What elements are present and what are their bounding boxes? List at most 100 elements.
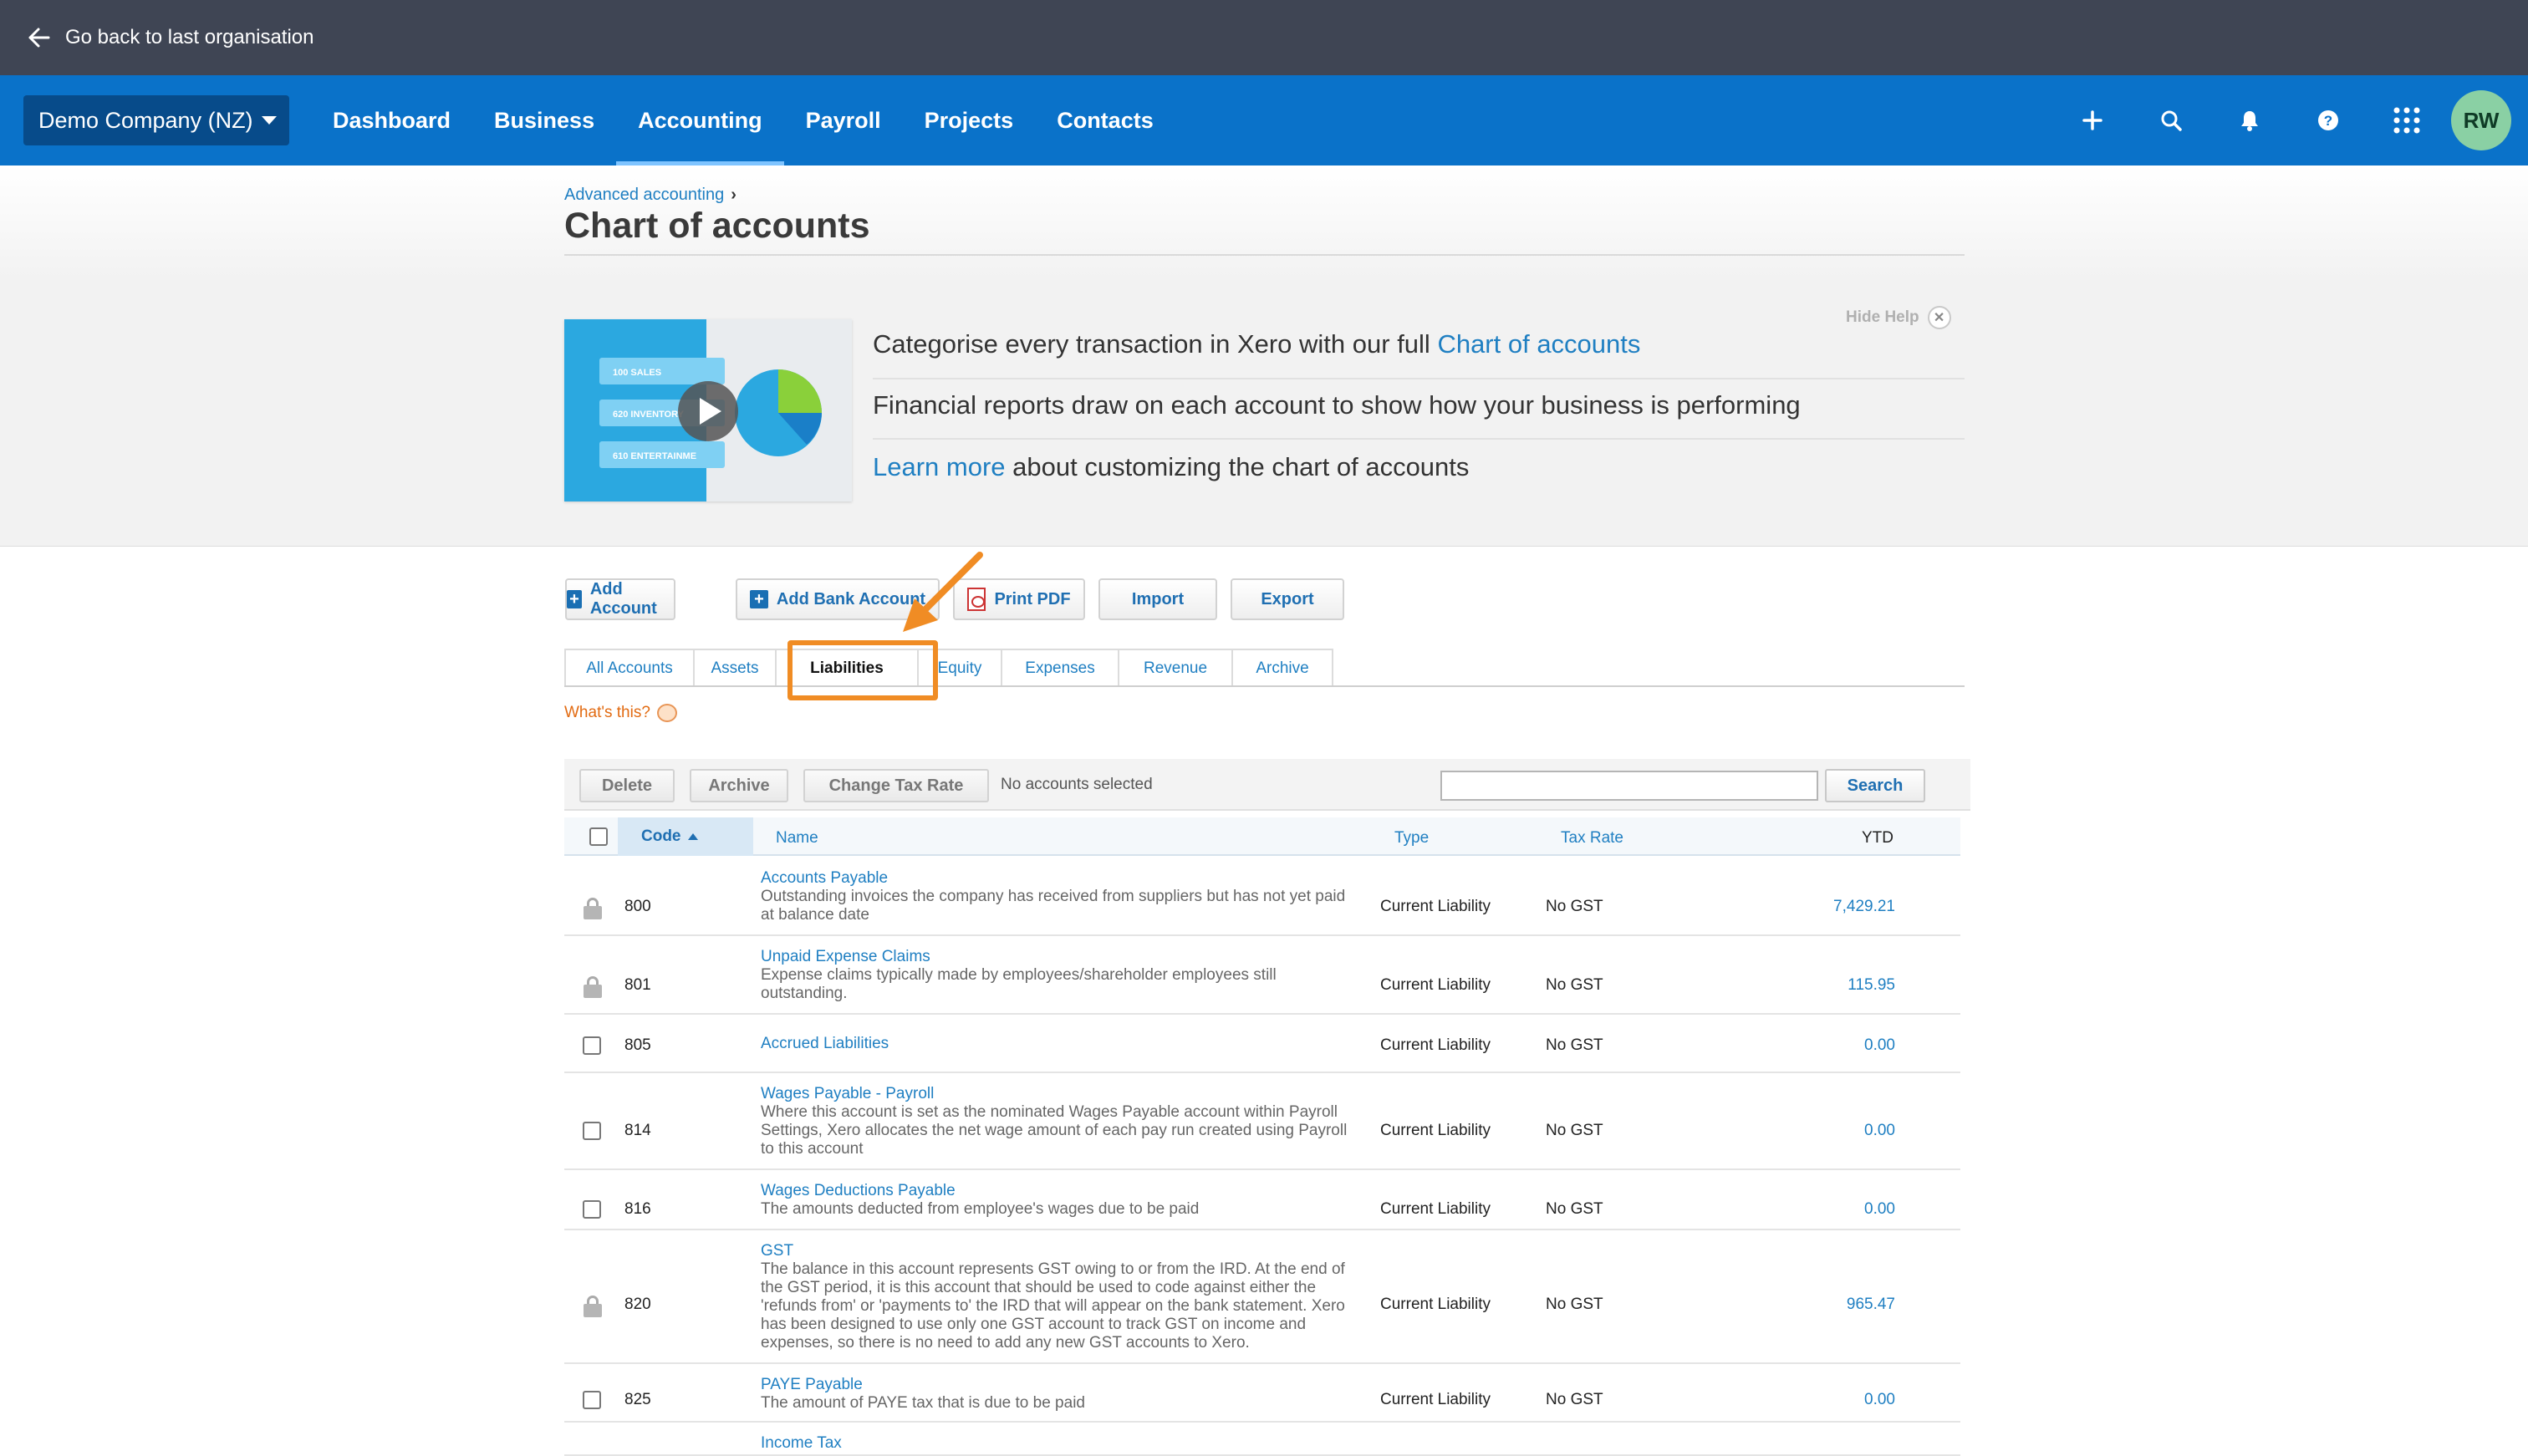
account-name-cell: Wages Payable - Payroll Where this accoun… [761, 1085, 1363, 1158]
account-ytd[interactable]: 0.00 [1864, 1122, 1895, 1140]
help-icon[interactable]: ? [2289, 75, 2367, 165]
nav-business[interactable]: Business [472, 75, 616, 165]
account-tax-rate: No GST [1546, 976, 1603, 994]
bell-icon[interactable] [2210, 75, 2289, 165]
account-name-link[interactable]: Accounts Payable [761, 869, 1363, 888]
name-column-header[interactable]: Name [776, 829, 818, 848]
tax-rate-column-header[interactable]: Tax Rate [1561, 829, 1623, 848]
account-code: 800 [624, 898, 651, 915]
nav-payroll[interactable]: Payroll [784, 75, 903, 165]
change-tax-rate-button[interactable]: Change Tax Rate [803, 769, 989, 802]
account-name-link[interactable]: Income Tax [761, 1434, 1363, 1453]
nav-contacts[interactable]: Contacts [1035, 75, 1175, 165]
app-grid-icon[interactable] [2367, 75, 2446, 165]
whats-this-link[interactable]: What's this? [564, 704, 677, 722]
table-row[interactable]: 814 Wages Payable - Payroll Where this acc… [564, 1073, 1960, 1170]
table-row[interactable]: Income Tax [564, 1423, 1960, 1456]
account-type: Current Liability [1380, 1391, 1491, 1408]
table-row[interactable]: 801 Unpaid Expense Claims Expense claims t… [564, 936, 1960, 1015]
account-tax-rate: No GST [1546, 1036, 1603, 1054]
search-input[interactable] [1440, 771, 1818, 801]
hide-help-button[interactable]: Hide Help ✕ [1846, 306, 1951, 329]
help-line-1-text: Categorise every transaction in Xero wit… [873, 329, 1438, 359]
account-ytd[interactable]: 115.95 [1848, 976, 1895, 995]
tab-assets[interactable]: Assets [693, 649, 777, 687]
account-name-link[interactable]: Wages Deductions Payable [761, 1182, 1363, 1200]
account-code: 816 [624, 1200, 651, 1218]
plus-icon[interactable] [2053, 75, 2132, 165]
archive-button[interactable]: Archive [690, 769, 788, 802]
learn-more-link[interactable]: Learn more [873, 452, 1006, 481]
nav-dashboard[interactable]: Dashboard [311, 75, 472, 165]
nav-projects[interactable]: Projects [903, 75, 1036, 165]
row-checkbox[interactable] [583, 1391, 601, 1409]
breadcrumb-advanced-accounting[interactable]: Advanced accounting [564, 186, 724, 204]
chevron-down-icon [261, 116, 277, 125]
account-name-link[interactable]: PAYE Payable [761, 1376, 1363, 1394]
account-type: Current Liability [1380, 1122, 1491, 1139]
add-account-button[interactable]: + Add Account [565, 578, 675, 620]
row-checkbox[interactable] [583, 1200, 601, 1219]
search-icon[interactable] [2132, 75, 2210, 165]
account-type: Current Liability [1380, 1200, 1491, 1218]
tab-all-accounts[interactable]: All Accounts [564, 649, 695, 687]
nav-accounting[interactable]: Accounting [616, 75, 784, 165]
lock-icon [583, 898, 603, 919]
account-name-link[interactable]: Unpaid Expense Claims [761, 948, 1363, 966]
table-row[interactable]: 816 Wages Deductions Payable The amounts d… [564, 1170, 1960, 1230]
tab-archive[interactable]: Archive [1231, 649, 1333, 687]
account-ytd[interactable]: 7,429.21 [1833, 898, 1895, 916]
delete-button[interactable]: Delete [579, 769, 675, 802]
account-type: Current Liability [1380, 898, 1491, 915]
search-button[interactable]: Search [1825, 769, 1925, 802]
org-switcher-button[interactable]: Demo Company (NZ) [23, 95, 289, 145]
chart-of-accounts-link[interactable]: Chart of accounts [1437, 329, 1640, 359]
video-label-sales: 100 SALES [613, 368, 661, 378]
account-description: The amount of PAYE tax that is due to be… [761, 1394, 1085, 1412]
row-checkbox[interactable] [583, 1122, 601, 1140]
org-name: Demo Company (NZ) [38, 107, 253, 133]
help-line-2: Financial reports draw on each account t… [873, 390, 1801, 420]
back-arrow-icon[interactable] [25, 24, 52, 51]
table-row[interactable]: 825 PAYE Payable The amount of PAYE tax th… [564, 1364, 1960, 1423]
help-divider [873, 378, 1965, 379]
account-name-cell: Accounts Payable Outstanding invoices the… [761, 869, 1363, 924]
account-name-link[interactable]: Accrued Liabilities [761, 1035, 1363, 1053]
plus-icon: + [749, 590, 768, 608]
account-ytd[interactable]: 0.00 [1864, 1200, 1895, 1219]
tab-revenue[interactable]: Revenue [1118, 649, 1233, 687]
close-icon: ✕ [1927, 306, 1951, 329]
account-description: The amounts deducted from employee's wag… [761, 1200, 1200, 1218]
account-description: Where this account is set as the nominat… [761, 1103, 1348, 1158]
account-description: Outstanding invoices the company has rec… [761, 888, 1346, 924]
import-button[interactable]: Import [1098, 578, 1217, 620]
whats-this-label: What's this? [564, 704, 650, 721]
code-column-header[interactable]: Code [618, 817, 753, 856]
avatar[interactable]: RW [2451, 90, 2511, 150]
row-checkbox[interactable] [583, 1036, 601, 1055]
account-name-link[interactable]: Wages Payable - Payroll [761, 1085, 1363, 1103]
account-ytd[interactable]: 0.00 [1864, 1391, 1895, 1409]
type-column-header[interactable]: Type [1394, 829, 1429, 848]
tab-expenses[interactable]: Expenses [1001, 649, 1119, 687]
table-row[interactable]: 800 Accounts Payable Outstanding invoices … [564, 858, 1960, 936]
account-name-link[interactable]: GST [761, 1242, 1363, 1260]
export-button[interactable]: Export [1231, 578, 1344, 620]
svg-text:?: ? [2324, 113, 2332, 129]
hide-help-label: Hide Help [1846, 308, 1919, 326]
table-row[interactable]: 820 GST The balance in this account repres… [564, 1230, 1960, 1364]
help-divider [873, 438, 1965, 440]
account-code: 814 [624, 1122, 651, 1139]
sort-ascending-icon [687, 833, 698, 840]
video-label-inventory: 620 INVENTORY [613, 410, 685, 420]
help-video-thumbnail[interactable]: 100 SALES 620 INVENTORY 610 ENTERTAINME [564, 319, 852, 501]
account-tax-rate: No GST [1546, 1200, 1603, 1218]
account-ytd[interactable]: 0.00 [1864, 1036, 1895, 1055]
select-all-checkbox[interactable] [589, 827, 608, 846]
account-ytd[interactable]: 965.47 [1847, 1296, 1895, 1314]
account-name-cell: PAYE Payable The amount of PAYE tax that … [761, 1376, 1363, 1413]
top-bar: Go back to last organisation [0, 0, 2528, 75]
ytd-column-header[interactable]: YTD [1862, 829, 1893, 848]
table-row[interactable]: 805 Accrued Liabilities Current Liability N… [564, 1015, 1960, 1073]
back-to-org-link[interactable]: Go back to last organisation [65, 26, 314, 49]
